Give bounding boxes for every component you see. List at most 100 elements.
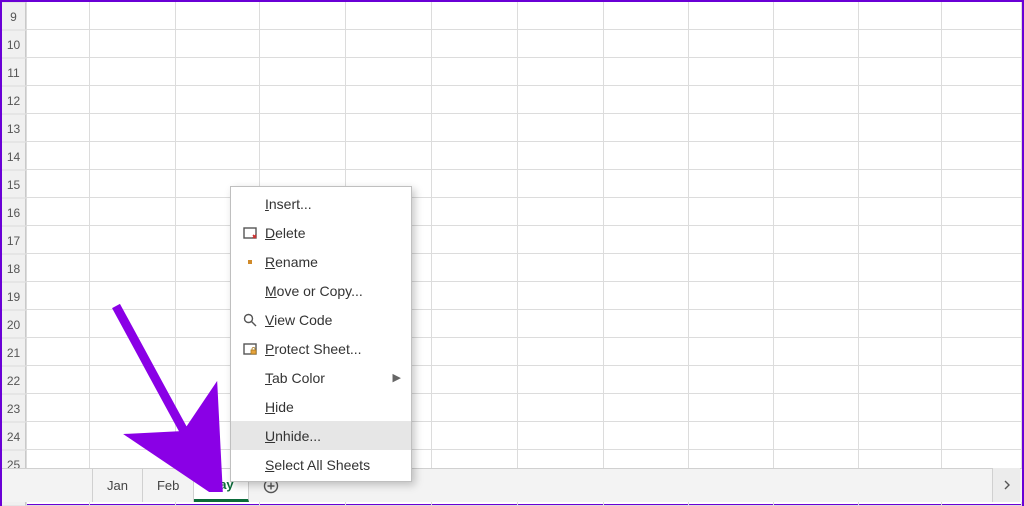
cell[interactable]	[432, 338, 518, 366]
cell[interactable]	[774, 394, 859, 422]
cell[interactable]	[689, 366, 774, 394]
cell[interactable]	[518, 2, 604, 30]
cell[interactable]	[260, 58, 346, 86]
cell[interactable]	[90, 394, 176, 422]
cell[interactable]	[90, 86, 176, 114]
row-header[interactable]: 10	[2, 30, 26, 58]
cell[interactable]	[859, 142, 942, 170]
cell[interactable]	[942, 366, 1022, 394]
cell[interactable]	[689, 198, 774, 226]
row-header[interactable]: 16	[2, 198, 26, 226]
cell[interactable]	[604, 282, 689, 310]
cell[interactable]	[90, 114, 176, 142]
row-header[interactable]: 15	[2, 170, 26, 198]
cell[interactable]	[774, 282, 859, 310]
cell[interactable]	[859, 226, 942, 254]
cell[interactable]	[859, 422, 942, 450]
cell[interactable]	[260, 2, 346, 30]
row-header[interactable]: 17	[2, 226, 26, 254]
cell[interactable]	[859, 30, 942, 58]
sheet-tab-feb[interactable]: Feb	[143, 469, 194, 502]
cell[interactable]	[518, 58, 604, 86]
cell[interactable]	[518, 170, 604, 198]
cell[interactable]	[432, 170, 518, 198]
cell[interactable]	[859, 394, 942, 422]
cell[interactable]	[689, 254, 774, 282]
cell[interactable]	[604, 86, 689, 114]
cell[interactable]	[942, 226, 1022, 254]
cell[interactable]	[432, 198, 518, 226]
cell[interactable]	[432, 282, 518, 310]
cell[interactable]	[176, 58, 260, 86]
cell[interactable]	[689, 282, 774, 310]
cell[interactable]	[26, 170, 90, 198]
cell[interactable]	[942, 310, 1022, 338]
sheet-tab-context-menu[interactable]: Insert...DeleteRenameMove or Copy...View…	[230, 186, 412, 482]
cell[interactable]	[604, 338, 689, 366]
cell[interactable]	[26, 310, 90, 338]
tab-nav-arrows[interactable]	[2, 478, 70, 493]
cell[interactable]	[859, 170, 942, 198]
cell[interactable]	[90, 366, 176, 394]
cell[interactable]	[432, 254, 518, 282]
cell[interactable]	[260, 30, 346, 58]
cell[interactable]	[774, 30, 859, 58]
cell[interactable]	[432, 142, 518, 170]
cell[interactable]	[774, 2, 859, 30]
cell[interactable]	[26, 254, 90, 282]
cell[interactable]	[774, 338, 859, 366]
cell[interactable]	[90, 58, 176, 86]
cell[interactable]	[26, 2, 90, 30]
cell[interactable]	[774, 86, 859, 114]
cell[interactable]	[859, 2, 942, 30]
cell[interactable]	[346, 114, 432, 142]
cell[interactable]	[774, 142, 859, 170]
row-header[interactable]: 21	[2, 338, 26, 366]
cell[interactable]	[26, 198, 90, 226]
cell[interactable]	[90, 142, 176, 170]
cell[interactable]	[260, 114, 346, 142]
row-header[interactable]: 12	[2, 86, 26, 114]
cell[interactable]	[90, 254, 176, 282]
cell[interactable]	[604, 58, 689, 86]
cell[interactable]	[432, 394, 518, 422]
cell[interactable]	[859, 282, 942, 310]
cell[interactable]	[26, 338, 90, 366]
cell[interactable]	[774, 254, 859, 282]
cell[interactable]	[774, 58, 859, 86]
cell[interactable]	[346, 30, 432, 58]
cell[interactable]	[942, 58, 1022, 86]
cell[interactable]	[774, 366, 859, 394]
row-header[interactable]: 18	[2, 254, 26, 282]
cell[interactable]	[176, 30, 260, 58]
cell[interactable]	[942, 86, 1022, 114]
row-header[interactable]: 24	[2, 422, 26, 450]
cell[interactable]	[859, 86, 942, 114]
cell[interactable]	[518, 226, 604, 254]
cell[interactable]	[518, 142, 604, 170]
cell[interactable]	[604, 114, 689, 142]
cell[interactable]	[90, 226, 176, 254]
cell[interactable]	[90, 338, 176, 366]
cell[interactable]	[689, 310, 774, 338]
sheet-tab-jan[interactable]: Jan	[92, 469, 143, 502]
ctx-item-tabcolor[interactable]: Tab Color▶	[231, 363, 411, 392]
cell[interactable]	[26, 114, 90, 142]
cell-grid[interactable]: 910111213141516171819202122232425262728	[2, 2, 1022, 469]
cell[interactable]	[689, 30, 774, 58]
cell[interactable]	[518, 114, 604, 142]
cell[interactable]	[518, 254, 604, 282]
cell[interactable]	[346, 2, 432, 30]
cell[interactable]	[346, 58, 432, 86]
cell[interactable]	[689, 142, 774, 170]
cell[interactable]	[518, 86, 604, 114]
cell[interactable]	[432, 422, 518, 450]
cell[interactable]	[90, 2, 176, 30]
cell[interactable]	[689, 86, 774, 114]
cell[interactable]	[604, 198, 689, 226]
row-header[interactable]: 20	[2, 310, 26, 338]
cell[interactable]	[432, 226, 518, 254]
cell[interactable]	[942, 30, 1022, 58]
cell[interactable]	[176, 86, 260, 114]
row-header[interactable]: 23	[2, 394, 26, 422]
